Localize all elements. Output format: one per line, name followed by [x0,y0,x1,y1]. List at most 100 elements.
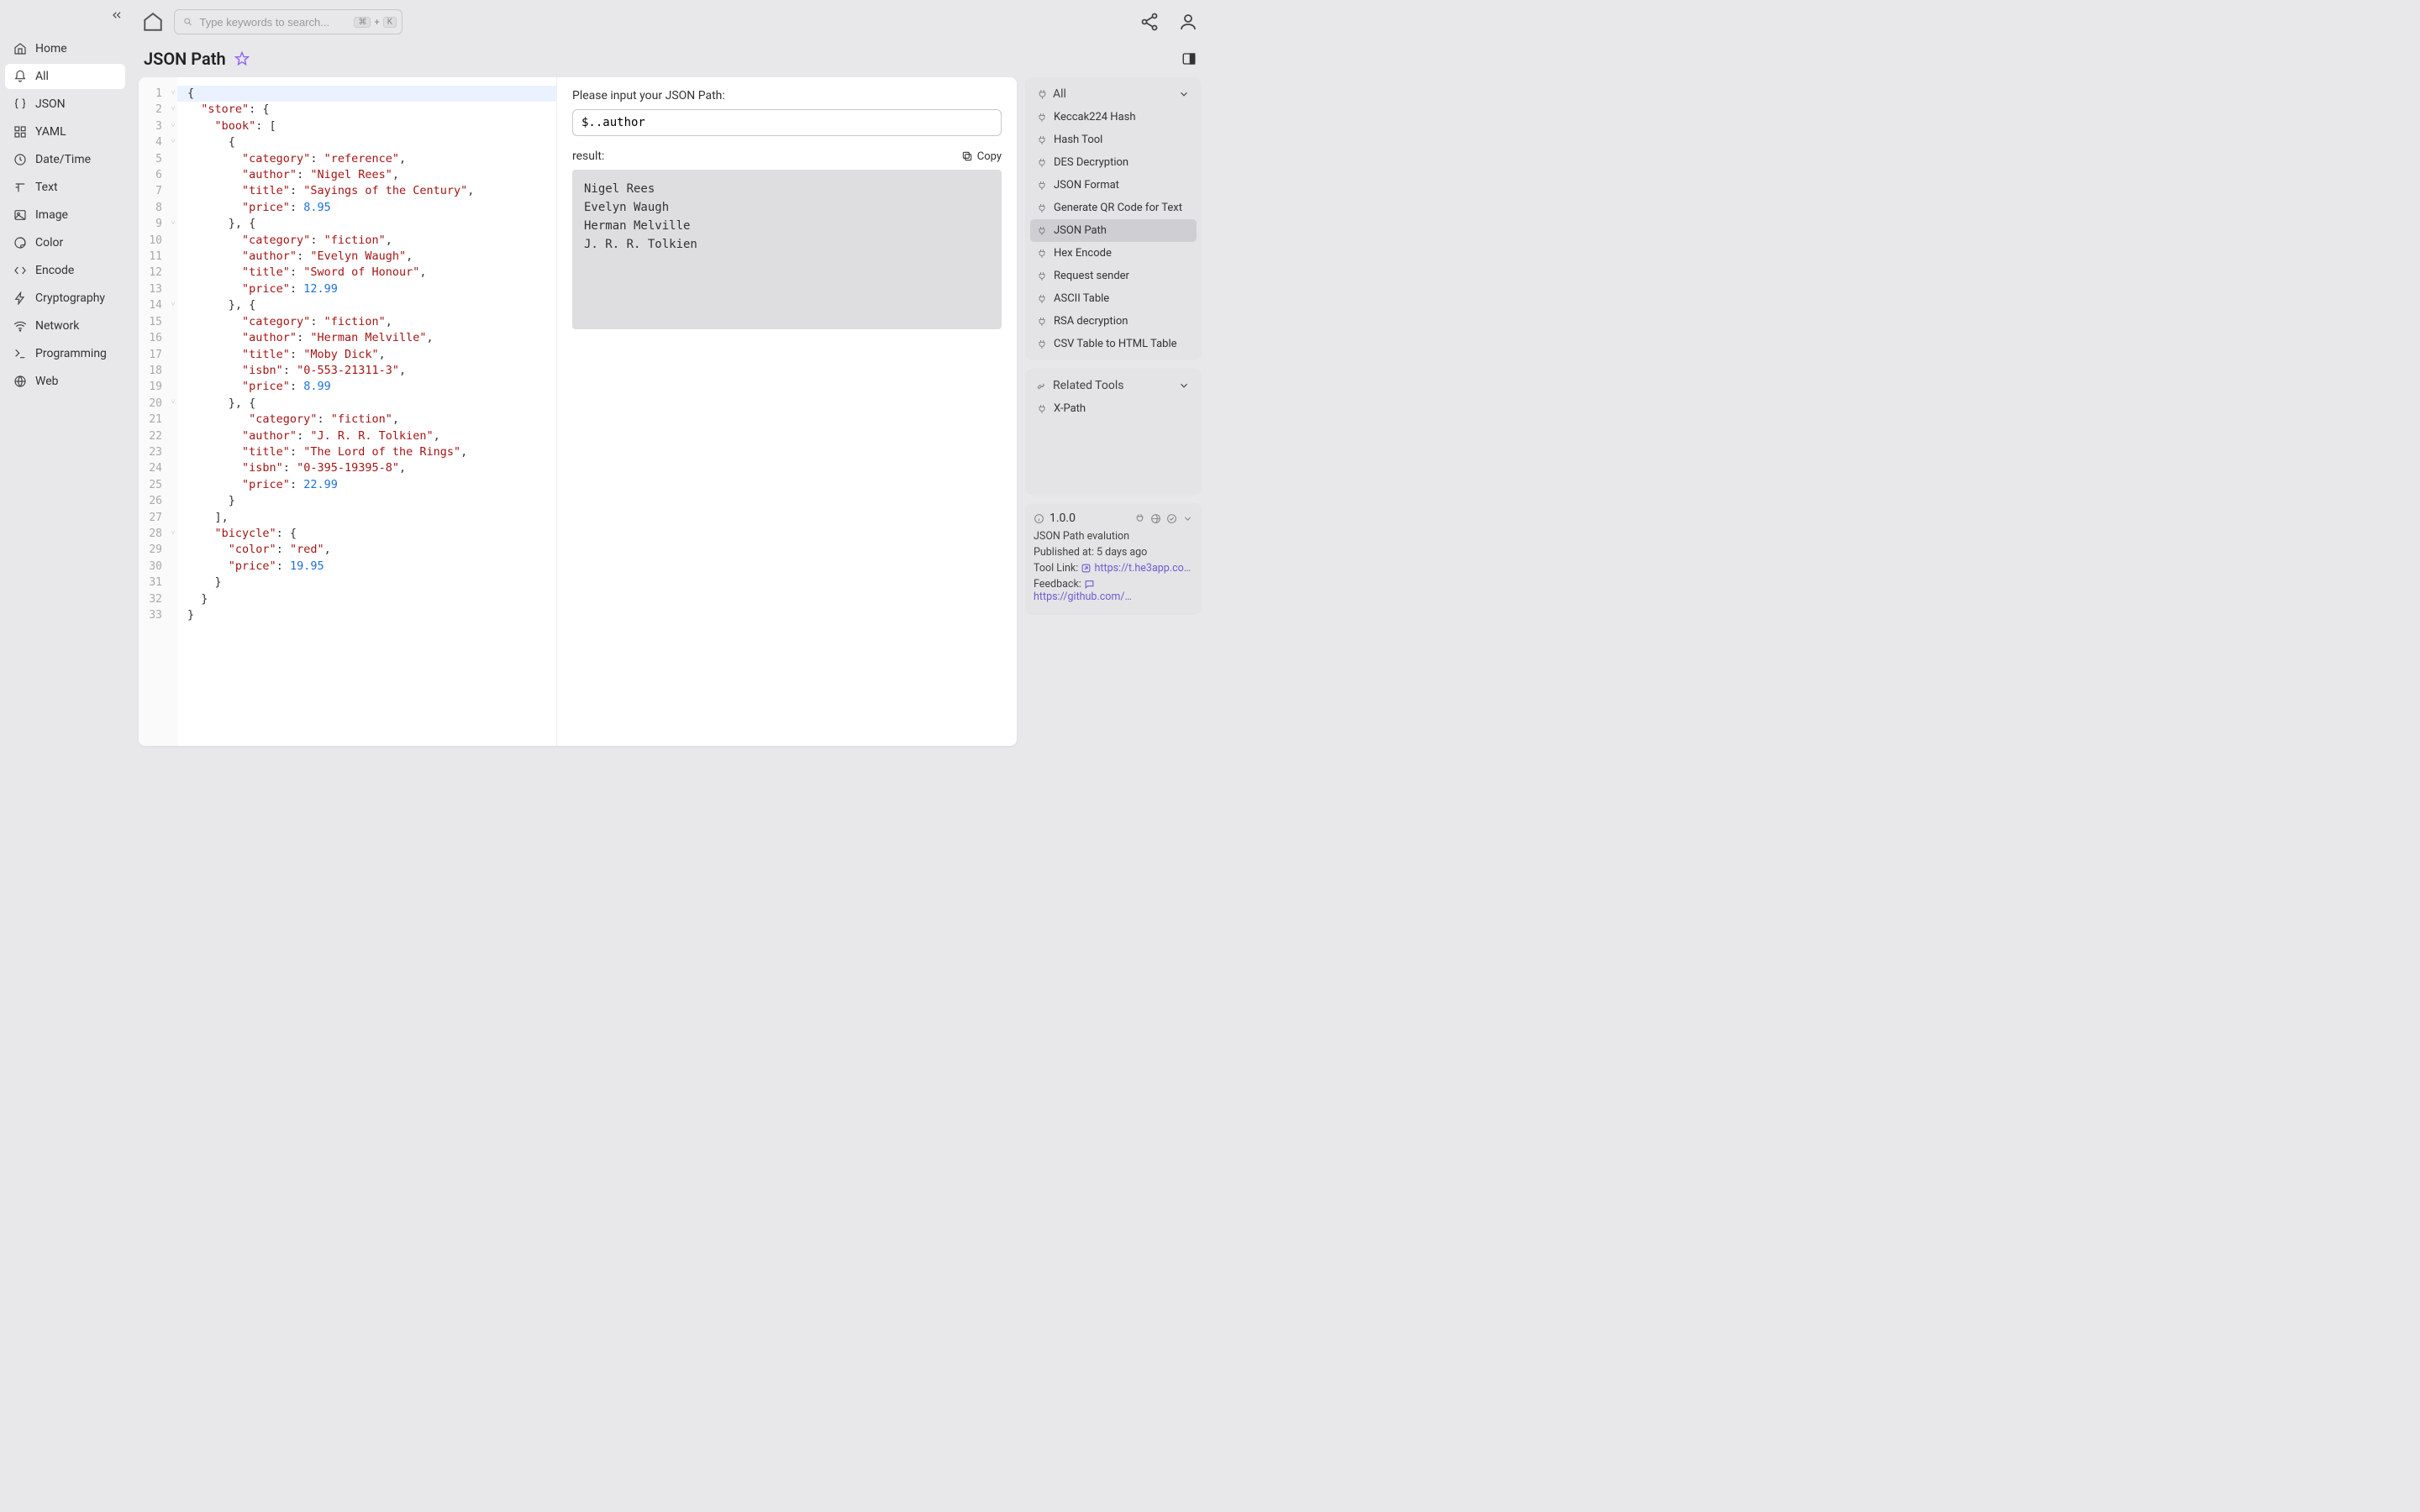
title-row: JSON Path [130,44,1210,77]
sidebar-item-programming[interactable]: Programming [5,341,125,366]
home-icon [13,42,27,55]
rail-item[interactable]: Keccak224 Hash [1030,106,1197,129]
bell-icon [13,70,27,83]
sidebar-item-yaml[interactable]: YAML [5,119,125,144]
sidebar-item-all[interactable]: All [5,64,125,89]
tool-icon [1037,381,1048,391]
copy-button[interactable]: Copy [961,150,1002,163]
sidebar-item-network[interactable]: Network [5,313,125,339]
rail-all-card: All Keccak224 HashHash ToolDES Decryptio… [1025,77,1202,360]
result-label: result: [572,150,604,163]
sidebar-item-cryptography[interactable]: Cryptography [5,286,125,311]
sidebar-item-label: JSON [35,97,66,111]
plug-icon [1037,317,1047,327]
sidebar-item-label: Cryptography [35,291,105,305]
chevron-down-icon [1178,380,1190,391]
check-circle-icon[interactable] [1166,513,1177,524]
search-icon [183,16,192,28]
rail-item[interactable]: Generate QR Code for Text [1030,197,1197,219]
sidebar-item-color[interactable]: Color [5,230,125,255]
rail-item[interactable]: Request sender [1030,265,1197,287]
plug-icon [1037,339,1047,349]
braces-icon [13,97,27,111]
tool-link[interactable]: https://t.he3app.co… [1095,562,1192,575]
rail-item[interactable]: JSON Format [1030,174,1197,197]
sidebar-item-web[interactable]: Web [5,369,125,394]
sidebar-item-image[interactable]: Image [5,202,125,228]
code-panel: 1234567891011121314151617181920212223242… [139,77,557,746]
favorite-star-icon[interactable] [234,51,250,66]
sidebar-item-text[interactable]: Text [5,175,125,200]
line-gutter: 1234567891011121314151617181920212223242… [139,77,169,746]
plug-icon [1037,89,1048,100]
grid-icon [13,125,27,139]
fold-column: ˅˅˅˅˅˅˅˅ [169,77,177,746]
rail-related-header[interactable]: Related Tools [1030,374,1197,397]
clock-icon [13,153,27,166]
plug-icon [1037,158,1047,168]
plug-icon [1037,203,1047,213]
code-editor[interactable]: { "store": { "book": [ { "category": "re… [177,77,556,746]
sidebar-item-encode[interactable]: Encode [5,258,125,283]
sidebar-item-label: Color [35,236,63,249]
jsonpath-input[interactable] [572,109,1002,136]
share-icon[interactable] [1139,12,1160,32]
terminal-icon [13,347,27,360]
sidebar-item-label: Programming [35,347,107,360]
plug-icon [1037,226,1047,236]
chevron-down-icon[interactable] [1182,513,1193,524]
text-icon [13,181,27,194]
panel-toggle-icon[interactable] [1181,51,1197,66]
version-published: Published at: 5 days ago [1034,546,1193,559]
feedback-link[interactable]: https://github.com/… [1034,591,1132,603]
sidebar-item-label: Text [35,181,58,194]
version-tool-link: Tool Link: https://t.he3app.co… [1034,562,1193,575]
rail-item[interactable]: Hash Tool [1030,129,1197,151]
jsonpath-input-label: Please input your JSON Path: [572,89,1002,102]
rail-all-list: Keccak224 HashHash ToolDES DecryptionJSO… [1030,106,1197,355]
version-card: 1.0.0 JSON Path evalution Published at: … [1025,503,1202,615]
plug-icon [1037,113,1047,123]
sidebar-item-datetime[interactable]: Date/Time [5,147,125,172]
user-icon[interactable] [1178,12,1198,32]
collapse-sidebar-icon[interactable] [110,8,124,25]
globe-icon[interactable] [1150,513,1161,524]
plug-icon[interactable] [1134,513,1145,524]
rail-related-card: Related Tools X-Path [1025,369,1202,495]
sidebar-item-home[interactable]: Home [5,36,125,61]
topbar: ⌘ + K [130,0,1210,44]
sidebar: Home All JSON YAML Date/Time Text Image … [0,0,130,756]
rail-item[interactable]: JSON Path [1030,219,1197,242]
sidebar-item-label: Web [35,375,59,388]
rail-item[interactable]: CSV Table to HTML Table [1030,333,1197,355]
plug-icon [1037,249,1047,259]
rail-all-header[interactable]: All [1030,82,1197,106]
sidebar-item-label: Encode [35,264,74,277]
page-title: JSON Path [144,49,226,69]
sidebar-item-label: Network [35,319,79,333]
search-shortcut: ⌘ + K [354,17,397,28]
chat-icon [1084,579,1095,590]
rail-item[interactable]: ASCII Table [1030,287,1197,310]
editor-card: 1234567891011121314151617181920212223242… [139,77,1017,746]
search-input[interactable] [199,16,347,29]
rail-item[interactable]: DES Decryption [1030,151,1197,174]
link-icon [1081,563,1092,574]
sidebar-item-label: Home [35,42,67,55]
home-button[interactable] [142,11,164,33]
rail-item[interactable]: Hex Encode [1030,242,1197,265]
version-description: JSON Path evalution [1034,530,1193,543]
code-icon [13,264,27,277]
sidebar-item-label: Date/Time [35,153,91,166]
version-feedback: Feedback: https://github.com/… [1034,578,1193,603]
search-box[interactable]: ⌘ + K [174,9,402,34]
chevron-down-icon [1178,88,1190,100]
sidebar-item-json[interactable]: JSON [5,92,125,117]
plug-icon [1037,271,1047,281]
rail-item[interactable]: RSA decryption [1030,310,1197,333]
result-output[interactable]: Nigel Rees Evelyn Waugh Herman Melville … [572,170,1002,329]
right-rail: All Keccak224 HashHash ToolDES Decryptio… [1025,77,1202,746]
content-row: 1234567891011121314151617181920212223242… [130,77,1210,756]
rail-item[interactable]: X-Path [1030,397,1197,420]
image-icon [13,208,27,222]
